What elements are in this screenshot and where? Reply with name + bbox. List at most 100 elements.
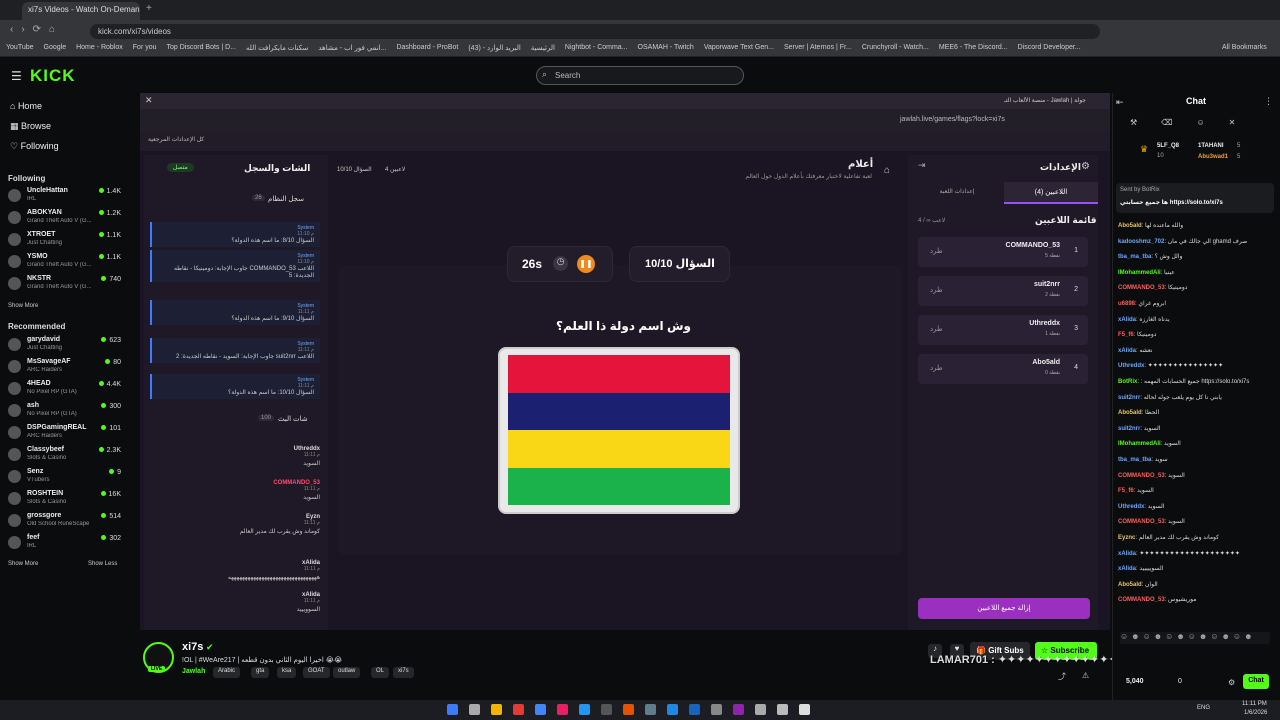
sidebar-channel[interactable]: Senz VTubers 9: [8, 468, 133, 486]
sidebar-channel[interactable]: DSPGamingREAL ARC Raiders 101: [8, 424, 133, 442]
inner-url[interactable]: jawlah.live/games/flags?lock=xi7s: [900, 116, 1005, 123]
sidebar-channel[interactable]: feef IRL 302: [8, 534, 133, 552]
chat-username[interactable]: Abo5ald: [1118, 410, 1142, 416]
chat-username[interactable]: IMohammedAli: [1118, 270, 1161, 276]
taskbar-app-icon[interactable]: [689, 704, 700, 715]
close-icon[interactable]: ✕: [145, 95, 153, 106]
browser-tab-active[interactable]: xi7s Videos - Watch On-Deman: [22, 2, 140, 20]
sidebar-channel[interactable]: ash No Pixel RP (GTA) 300: [8, 402, 133, 420]
all-settings-link[interactable]: كل الإعدادات المرجعية: [148, 137, 204, 143]
nav-arrows-icon[interactable]: ‹›⟳⌂: [10, 24, 63, 35]
bookmark-item[interactable]: Discord Developer...: [1018, 44, 1081, 54]
taskbar-app-icon[interactable]: [579, 704, 590, 715]
stream-tag[interactable]: outlaw: [333, 667, 361, 678]
show-less-button[interactable]: Show Less: [88, 561, 117, 567]
chat-tools-icon[interactable]: ⚒⌫☺✕: [1130, 118, 1270, 127]
chat-username[interactable]: tba_ma_tba: [1118, 457, 1151, 463]
taskbar-app-icon[interactable]: [513, 704, 524, 715]
kick-logo[interactable]: KICK: [30, 66, 76, 86]
taskbar-app-icon[interactable]: [733, 704, 744, 715]
emote-bar[interactable]: ☺☻☺☻☺☻☺☻☺☻☺☻: [1120, 632, 1270, 644]
more-icon[interactable]: ⋮: [1264, 96, 1273, 107]
chat-username[interactable]: kadooshmz_702: [1118, 239, 1164, 245]
taskbar-app-icon[interactable]: [645, 704, 656, 715]
chat-username[interactable]: Abo5ald: [1118, 223, 1142, 229]
taskbar-app-icon[interactable]: [469, 704, 480, 715]
bookmark-item[interactable]: Google: [44, 44, 67, 54]
menu-icon[interactable]: ☰: [11, 69, 22, 83]
nav-following[interactable]: ♡ Following: [10, 141, 59, 152]
bookmark-item[interactable]: الرئيسية: [531, 44, 555, 54]
bookmark-item[interactable]: Vaporwave Text Gen...: [704, 44, 774, 54]
bookmark-item[interactable]: Top Discord Bots | D...: [167, 44, 237, 54]
chat-username[interactable]: IMohammedAli: [1118, 441, 1161, 447]
taskbar-app-icon[interactable]: [667, 704, 678, 715]
search-input[interactable]: Search: [536, 66, 744, 85]
tab-players[interactable]: اللاعبين (4): [1004, 182, 1098, 204]
bookmark-item[interactable]: (43) - البريد الوارد: [468, 44, 520, 54]
sidebar-channel[interactable]: garydavid Just Chatting 623: [8, 336, 133, 354]
channel-name[interactable]: xi7s: [182, 641, 203, 653]
bookmark-item[interactable]: سكنات مايكرافت الله: [246, 44, 308, 54]
stream-tag[interactable]: gta: [251, 667, 270, 678]
home-icon[interactable]: ⌂: [884, 165, 890, 176]
new-tab-icon[interactable]: +: [146, 3, 152, 14]
settings-gear-icon[interactable]: ⚙: [1228, 678, 1235, 687]
chat-username[interactable]: xAlida: [1118, 566, 1136, 572]
inner-tab-title[interactable]: جولة | Jawlah - منصة الألعاب التـ: [976, 97, 1086, 104]
chat-username[interactable]: xAlida: [1118, 317, 1136, 323]
bookmark-item[interactable]: Server | Aternos | Fr...: [784, 44, 852, 54]
taskbar-app-icon[interactable]: [623, 704, 634, 715]
sidebar-channel[interactable]: XTROET Just Chatting 1.1K: [8, 231, 133, 249]
sidebar-channel[interactable]: NKSTR Grand Theft Auto V (G... 740: [8, 275, 133, 293]
chat-username[interactable]: xAlida: [1118, 551, 1136, 557]
taskbar-app-icon[interactable]: [601, 704, 612, 715]
chat-username[interactable]: u6898: [1118, 301, 1135, 307]
chat-username[interactable]: BotRix: [1118, 379, 1137, 385]
bookmark-item[interactable]: Home - Roblox: [76, 44, 123, 54]
collapse-chat-icon[interactable]: ⇤: [1116, 97, 1124, 108]
chat-username[interactable]: F5_f6: [1118, 332, 1134, 338]
chat-username[interactable]: xAlida: [1118, 348, 1136, 354]
stream-tag[interactable]: Arabic: [213, 667, 241, 678]
pause-icon[interactable]: ❚❚: [577, 255, 595, 273]
sidebar-channel[interactable]: Classybeef Slots & Casino 2.3K: [8, 446, 133, 464]
warning-icon[interactable]: ⚠: [1082, 671, 1089, 680]
tab-game-settings[interactable]: إعدادات اللعبة: [912, 182, 1002, 204]
stream-tag[interactable]: ksa: [277, 667, 297, 678]
bookmark-item[interactable]: Crunchyroll - Watch...: [862, 44, 929, 54]
sidebar-channel[interactable]: YSMO Grand Theft Auto V (G... 1.1K: [8, 253, 133, 271]
chat-username[interactable]: Eyznc: [1118, 535, 1135, 541]
all-bookmarks[interactable]: All Bookmarks: [1222, 44, 1267, 51]
bookmark-item[interactable]: MEE6 - The Discord...: [939, 44, 1008, 54]
sidebar-channel[interactable]: MsSavageAF ARC Raiders 80: [8, 358, 133, 376]
remove-all-players-button[interactable]: إزالة جميع اللاعبين: [918, 598, 1090, 619]
taskbar-app-icon[interactable]: [777, 704, 788, 715]
show-more-recommended[interactable]: Show More: [8, 561, 38, 567]
chat-username[interactable]: Abo5ald: [1118, 582, 1142, 588]
stream-category[interactable]: Jawlah: [182, 668, 205, 675]
bookmark-item[interactable]: انمي فور اب - مشاهد...: [318, 44, 386, 54]
chat-username[interactable]: COMMANDO_53: [1118, 285, 1165, 291]
bookmark-item[interactable]: Nightbot - Comma...: [565, 44, 628, 54]
kick-player-button[interactable]: طرد: [930, 286, 943, 294]
sidebar-channel[interactable]: UncleHattan IRL 1.4K: [8, 187, 133, 205]
stream-tag[interactable]: GOAT: [303, 667, 330, 678]
taskbar-app-icon[interactable]: [447, 704, 458, 715]
share-icon[interactable]: ⤴: [1058, 671, 1066, 682]
kick-player-button[interactable]: طرد: [930, 247, 943, 255]
sidebar-channel[interactable]: ROSHTEIN Slots & Casino 16K: [8, 490, 133, 508]
taskbar-app-icon[interactable]: [755, 704, 766, 715]
taskbar-app-icon[interactable]: [557, 704, 568, 715]
chat-username[interactable]: suit2nrr: [1118, 395, 1140, 401]
chat-username[interactable]: COMMANDO_53: [1118, 519, 1165, 525]
nav-browse[interactable]: ▦ Browse: [10, 121, 51, 132]
sidebar-channel[interactable]: ABOKYAN Grand Theft Auto V (G... 1.2K: [8, 209, 133, 227]
chat-username[interactable]: tba_ma_tba: [1118, 254, 1151, 260]
stream-tag[interactable]: OL: [371, 667, 390, 678]
chat-username[interactable]: COMMANDO_53: [1118, 597, 1165, 603]
kick-player-button[interactable]: طرد: [930, 364, 943, 372]
taskbar-app-icon[interactable]: [799, 704, 810, 715]
chat-username[interactable]: Uthreddx: [1118, 363, 1144, 369]
show-more-following[interactable]: Show More: [8, 303, 38, 309]
